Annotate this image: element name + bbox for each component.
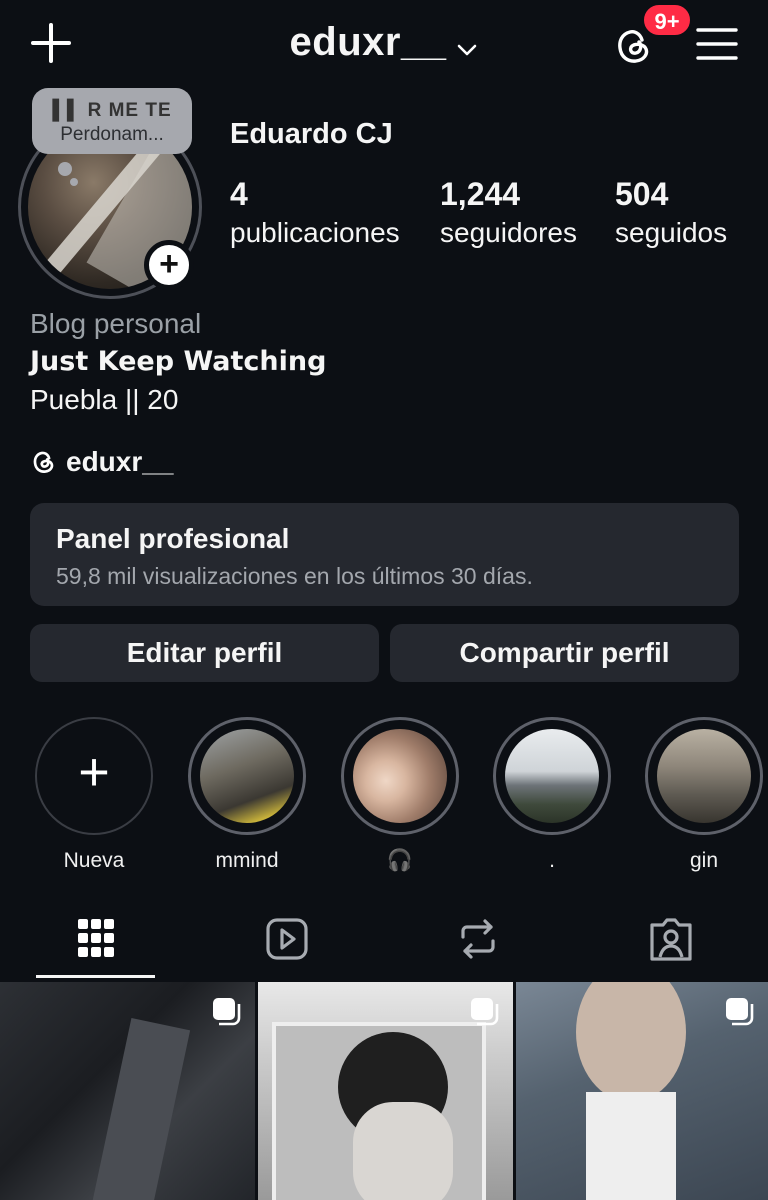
profile-page: eduxr__ 9+ + ▌▌ R ME TE Perdonam... Edua… xyxy=(0,0,768,1200)
highlight-label: Nueva xyxy=(63,849,125,872)
panel-subtitle: 59,8 mil visualizaciones en los últimos … xyxy=(56,563,533,589)
tab-reposts[interactable] xyxy=(448,915,508,965)
highlight-ring xyxy=(188,717,306,835)
stat-following[interactable]: 504 seguidos xyxy=(615,176,727,249)
threads-handle: eduxr__ xyxy=(66,446,174,477)
highlight-cover xyxy=(200,729,294,823)
bio-line: Puebla || 20 xyxy=(30,384,179,415)
note-bubble-tail xyxy=(58,162,72,176)
tab-posts-grid[interactable] xyxy=(66,915,126,965)
highlight-ring xyxy=(341,717,459,835)
notification-badge: 9+ xyxy=(642,3,692,37)
photo-detail xyxy=(89,1017,191,1200)
highlight-label: 🎧 xyxy=(386,849,414,872)
grid-icon xyxy=(78,919,114,957)
plus-icon: + xyxy=(159,245,179,283)
panel-title: Panel profesional xyxy=(56,523,290,554)
stat-label: seguidores xyxy=(440,217,577,248)
tagged-person-icon xyxy=(650,918,692,961)
highlight-label: mmind xyxy=(215,849,279,872)
highlight-cover xyxy=(657,729,751,823)
note-bubble-tail xyxy=(70,178,78,186)
highlight-new[interactable]: + Nueva xyxy=(35,717,153,873)
edit-profile-button[interactable]: Editar perfil xyxy=(30,624,379,682)
profile-full-name: Eduardo CJ xyxy=(230,118,393,150)
photo-detail xyxy=(586,1092,676,1200)
highlight-cover xyxy=(505,729,599,823)
highlight-ring: + xyxy=(35,717,153,835)
repost-icon xyxy=(461,919,495,959)
bio-line: Just Keep Watching xyxy=(30,346,327,377)
highlight-ring xyxy=(645,717,763,835)
stat-number: 4 xyxy=(230,176,248,212)
tab-tagged[interactable] xyxy=(641,915,701,965)
stat-followers[interactable]: 1,244 seguidores xyxy=(440,176,577,249)
stat-label: publicaciones xyxy=(230,217,400,248)
highlight-item[interactable]: 🎧 xyxy=(341,717,459,873)
music-bars-icon: ▌▌ xyxy=(52,100,88,121)
share-profile-button[interactable]: Compartir perfil xyxy=(390,624,739,682)
threads-profile-link[interactable]: eduxr__ xyxy=(30,446,173,478)
note-bubble[interactable]: ▌▌ R ME TE Perdonam... xyxy=(32,88,192,154)
post-thumbnail[interactable] xyxy=(0,982,255,1200)
tab-reels[interactable] xyxy=(257,915,317,965)
carousel-icon xyxy=(211,996,241,1026)
photo-detail xyxy=(353,1102,453,1200)
carousel-icon xyxy=(469,996,499,1026)
highlight-cover xyxy=(353,729,447,823)
stat-number: 1,244 xyxy=(440,176,521,212)
plus-icon: + xyxy=(78,742,110,802)
highlight-item[interactable]: . xyxy=(493,717,611,873)
photo-detail xyxy=(576,982,686,1102)
stat-posts[interactable]: 4 publicaciones xyxy=(230,176,400,249)
profile-category: Blog personal xyxy=(30,308,202,339)
note-music-title: ▌▌ R ME TE xyxy=(52,100,172,121)
highlight-label: gin xyxy=(689,849,719,872)
highlight-ring xyxy=(493,717,611,835)
highlight-label: . xyxy=(549,849,555,872)
reels-icon xyxy=(266,918,308,960)
header: eduxr__ 9+ xyxy=(0,0,768,90)
highlight-item[interactable]: gin xyxy=(645,717,763,873)
hamburger-menu-icon[interactable] xyxy=(694,24,740,64)
stat-number: 504 xyxy=(615,176,669,212)
threads-icon xyxy=(33,451,54,473)
chevron-down-icon xyxy=(456,22,478,67)
post-thumbnail[interactable] xyxy=(516,982,768,1200)
note-song: Perdonam... xyxy=(60,124,164,145)
carousel-icon xyxy=(724,996,754,1026)
header-username: eduxr__ xyxy=(289,20,447,64)
stat-label: seguidos xyxy=(615,217,728,248)
active-tab-indicator xyxy=(36,975,155,978)
professional-dashboard-card[interactable]: Panel profesional 59,8 mil visualizacion… xyxy=(30,503,739,606)
add-story-button[interactable]: + xyxy=(144,240,194,290)
highlight-item[interactable]: mmind xyxy=(188,717,306,873)
post-thumbnail[interactable] xyxy=(258,982,513,1200)
